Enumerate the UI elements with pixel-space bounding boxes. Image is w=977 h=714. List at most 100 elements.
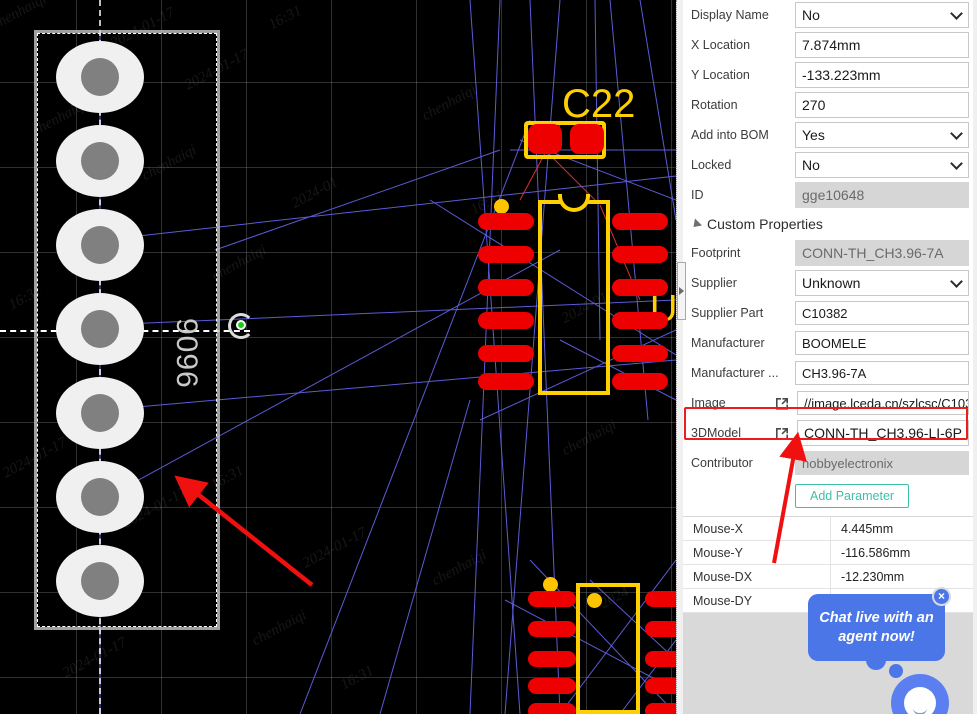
chat-bubble-dot (889, 664, 903, 678)
smd-pad[interactable] (478, 279, 534, 296)
smd-pad[interactable] (645, 651, 676, 667)
mouse-y-value: -116.586mm (841, 545, 911, 560)
add-into-bom-select[interactable]: Yes (795, 122, 969, 148)
smd-pad[interactable] (528, 621, 576, 637)
y-location-input[interactable]: -133.223mm (795, 62, 969, 88)
table-row: Mouse-Y -116.586mm (683, 541, 973, 565)
smd-pad[interactable] (528, 678, 576, 694)
property-label: Image (691, 396, 726, 410)
collapse-triangle-icon (689, 217, 703, 231)
rotation-input[interactable]: 270 (795, 92, 969, 118)
property-row-3dmodel[interactable]: 3DModel CONN-TH_CH3.96-LI-6P (683, 418, 973, 448)
smd-pad[interactable] (478, 373, 534, 390)
through-hole-pad[interactable] (56, 209, 144, 281)
property-row-image[interactable]: Image //image.lceda.cn/szlcsc/C103 (683, 388, 973, 418)
smd-pad[interactable] (612, 312, 668, 329)
smd-pad[interactable] (528, 651, 576, 667)
through-hole-pad[interactable] (56, 377, 144, 449)
smd-pad[interactable] (645, 703, 676, 714)
property-label: ID (691, 188, 704, 202)
panel-collapse-handle[interactable] (677, 262, 686, 320)
chevron-down-icon (950, 127, 963, 140)
through-hole-pad[interactable] (56, 461, 144, 533)
chat-invite-bubble[interactable]: Chat live with an agent now! × (808, 587, 951, 670)
chevron-down-icon (950, 7, 963, 20)
pin1-marker (494, 199, 509, 214)
custom-properties-section-header[interactable]: Custom Properties (683, 210, 973, 238)
chevron-down-icon (950, 157, 963, 170)
component-rotated-label: 9096 (170, 318, 203, 389)
property-label: Add into BOM (691, 128, 769, 142)
smd-pad[interactable] (570, 124, 604, 154)
through-hole-pad[interactable] (56, 41, 144, 113)
property-row-x-location[interactable]: X Location 7.874mm (683, 30, 973, 60)
smd-pad[interactable] (478, 246, 534, 263)
property-value: gge10648 (802, 187, 865, 203)
property-row-manufacturer-part[interactable]: Manufacturer ... CH3.96-7A (683, 358, 973, 388)
caret-right-icon (679, 287, 684, 295)
through-hole-pad[interactable] (56, 293, 144, 365)
annotation-arrow-panel (772, 431, 807, 564)
close-icon[interactable]: × (932, 587, 951, 606)
property-label: Manufacturer (691, 336, 765, 350)
smd-pad[interactable] (528, 124, 562, 154)
property-row-display-name[interactable]: Display Name No (683, 0, 973, 30)
smd-pad[interactable] (612, 213, 668, 230)
component-origin-marker (236, 320, 246, 330)
property-label: Display Name (691, 8, 769, 22)
table-row: Mouse-X 4.445mm (683, 517, 973, 541)
smd-pad[interactable] (528, 703, 576, 714)
property-value: Yes (802, 127, 825, 143)
x-location-input[interactable]: 7.874mm (795, 32, 969, 58)
through-hole-pad[interactable] (56, 125, 144, 197)
table-row: Mouse-DX -12.230mm (683, 565, 973, 589)
pin1-marker (543, 577, 558, 592)
property-row-rotation[interactable]: Rotation 270 (683, 90, 973, 120)
3dmodel-input[interactable]: CONN-TH_CH3.96-LI-6P (797, 420, 969, 446)
property-row-locked[interactable]: Locked No (683, 150, 973, 180)
pin1-marker (587, 593, 602, 608)
smd-pad[interactable] (478, 213, 534, 230)
property-label: Manufacturer ... (691, 366, 779, 380)
section-title: Custom Properties (707, 216, 823, 232)
smd-pad[interactable] (612, 279, 668, 296)
smd-pad[interactable] (478, 345, 534, 362)
through-hole-pad[interactable] (56, 545, 144, 617)
property-label: Rotation (691, 98, 738, 112)
property-row-add-into-bom[interactable]: Add into BOM Yes (683, 120, 973, 150)
mouse-x-value: 4.445mm (841, 521, 894, 536)
supplier-select[interactable]: Unknown (795, 270, 969, 296)
property-value: //image.lceda.cn/szlcsc/C103 (804, 395, 969, 411)
property-label: X Location (691, 38, 751, 52)
supplier-part-input[interactable]: C10382 (795, 301, 969, 325)
property-row-supplier-part[interactable]: Supplier Part C10382 (683, 298, 973, 328)
manufacturer-input[interactable]: BOOMELE (795, 331, 969, 355)
smd-pad[interactable] (528, 591, 576, 607)
property-label: Y Location (691, 68, 750, 82)
property-value: 270 (802, 97, 826, 113)
pcb-canvas[interactable]: chenhaiqi 2024-01-17 16:31 chenhaiqi 202… (0, 0, 676, 714)
footprint-value: CONN-TH_CH3.96-7A (795, 240, 969, 266)
mouse-dx-value: -12.230mm (841, 569, 905, 584)
silkscreen-outline-u8 (538, 200, 610, 395)
smd-pad[interactable] (612, 373, 668, 390)
smd-pad[interactable] (645, 621, 676, 637)
smd-pad[interactable] (478, 312, 534, 329)
external-link-icon[interactable] (771, 397, 793, 410)
property-row-manufacturer[interactable]: Manufacturer BOOMELE (683, 328, 973, 358)
smd-pad[interactable] (612, 246, 668, 263)
display-name-select[interactable]: No (795, 2, 969, 28)
manufacturer-part-input[interactable]: CH3.96-7A (795, 361, 969, 385)
property-row-supplier[interactable]: Supplier Unknown (683, 268, 973, 298)
smd-pad[interactable] (645, 591, 676, 607)
mouse-dx-label: Mouse-DX (683, 565, 831, 588)
chevron-down-icon (950, 275, 963, 288)
id-value: gge10648 (795, 182, 969, 208)
property-value: CONN-TH_CH3.96-7A (802, 245, 944, 261)
smd-pad[interactable] (645, 678, 676, 694)
locked-select[interactable]: No (795, 152, 969, 178)
property-row-y-location[interactable]: Y Location -133.223mm (683, 60, 973, 90)
image-input[interactable]: //image.lceda.cn/szlcsc/C103 (797, 391, 969, 415)
agent-avatar-icon (904, 687, 936, 714)
smd-pad[interactable] (612, 345, 668, 362)
